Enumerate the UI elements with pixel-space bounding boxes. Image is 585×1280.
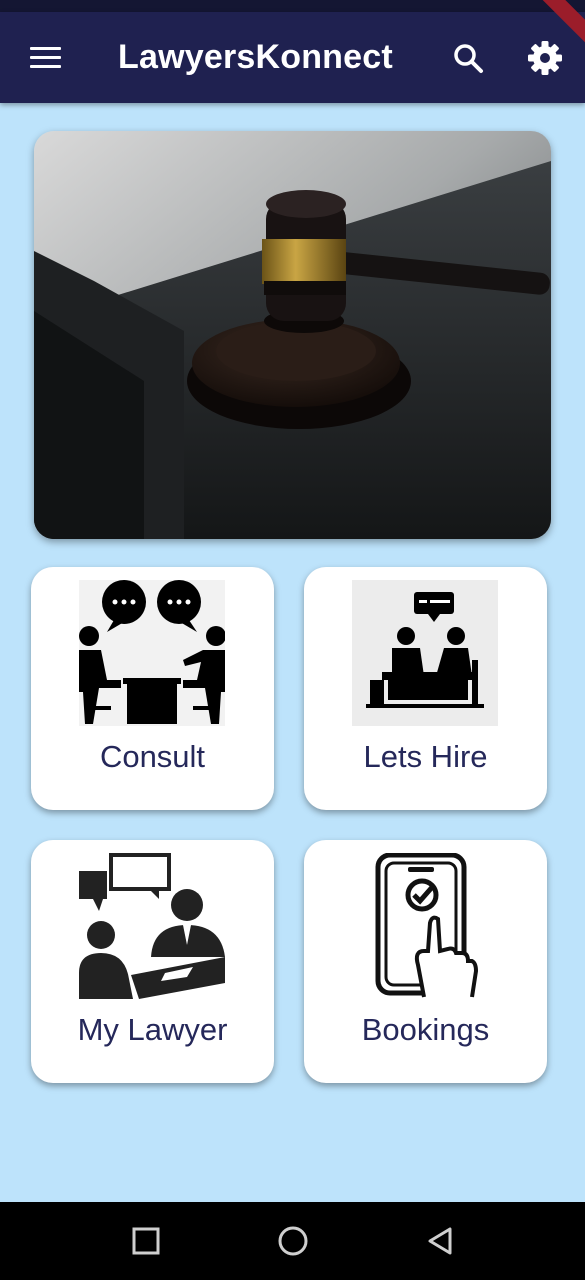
recent-apps-icon[interactable] — [128, 1223, 164, 1259]
hero-gavel-image — [34, 131, 551, 539]
status-bar — [0, 0, 585, 12]
consult-label: Consult — [99, 739, 206, 774]
consultation-icon — [79, 580, 225, 726]
hire-lawyer-icon — [352, 580, 498, 726]
back-icon[interactable] — [422, 1223, 458, 1259]
search-icon[interactable] — [452, 42, 484, 74]
my-lawyer-tile[interactable]: My Lawyer — [31, 840, 274, 1083]
my-lawyer-icon — [79, 853, 225, 999]
bookings-tile[interactable]: Bookings — [304, 840, 547, 1083]
my-lawyer-label: My Lawyer — [77, 1012, 228, 1047]
lets-hire-label: Lets Hire — [363, 739, 488, 774]
consult-tile[interactable]: Consult — [31, 567, 274, 810]
system-nav-bar — [0, 1202, 585, 1280]
phone-booking-icon — [375, 853, 479, 998]
bookings-label: Bookings — [361, 1012, 490, 1047]
menu-icon[interactable] — [30, 47, 61, 71]
gear-icon[interactable] — [527, 40, 563, 76]
lets-hire-tile[interactable]: Lets Hire — [304, 567, 547, 810]
app-bar: LawyersKonnect — [0, 0, 585, 103]
app-title: LawyersKonnect — [118, 38, 393, 76]
home-icon[interactable] — [275, 1223, 311, 1259]
